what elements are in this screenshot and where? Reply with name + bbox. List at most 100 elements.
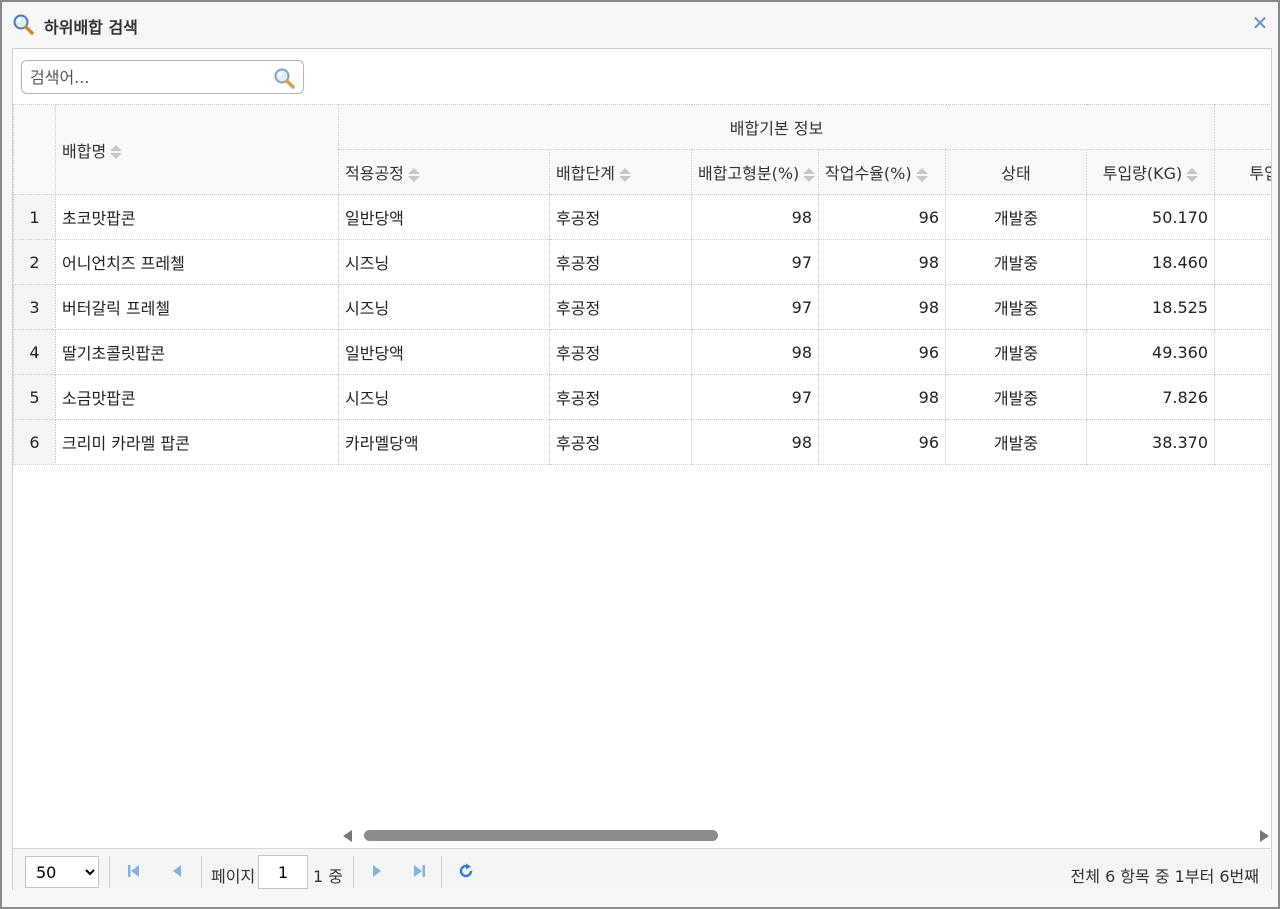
- table-row[interactable]: 2 어니언치즈 프레첼 시즈닝 후공정 97 98 개발중 18.460: [13, 239, 1271, 285]
- cell-input2[interactable]: [1214, 374, 1271, 420]
- cell-input[interactable]: 50.170: [1086, 194, 1215, 240]
- search-icon[interactable]: [273, 67, 295, 89]
- sort-icon[interactable]: [915, 167, 928, 183]
- rownum-header: [13, 104, 56, 195]
- cell-name[interactable]: 크리미 카라멜 팝콘: [55, 419, 339, 465]
- close-button[interactable]: ✕: [1250, 13, 1270, 33]
- cell-process[interactable]: 카라멜당액: [338, 419, 550, 465]
- column-header-status: 상태: [945, 149, 1087, 195]
- cell-yield[interactable]: 96: [818, 419, 946, 465]
- cell-input[interactable]: 38.370: [1086, 419, 1215, 465]
- next-page-icon[interactable]: [369, 863, 385, 879]
- scroll-left-arrow-icon[interactable]: [343, 830, 352, 842]
- pager-bar: 50 페이지 1 중: [13, 848, 1271, 890]
- cell-status[interactable]: 개발중: [945, 419, 1087, 465]
- cell-stage[interactable]: 후공정: [549, 329, 692, 375]
- search-input[interactable]: [28, 65, 268, 89]
- table-row[interactable]: 1 초코맛팝콘 일반당액 후공정 98 96 개발중 50.170: [13, 194, 1271, 240]
- cell-stage[interactable]: 후공정: [549, 239, 692, 285]
- cell-input2[interactable]: [1214, 419, 1271, 465]
- cell-status[interactable]: 개발중: [945, 329, 1087, 375]
- table-row[interactable]: 5 소금맛팝콘 시즈닝 후공정 97 98 개발중 7.826: [13, 374, 1271, 420]
- column-header-stage[interactable]: 배합단계: [549, 149, 692, 195]
- cell-process[interactable]: 시즈닝: [338, 239, 550, 285]
- cell-input2[interactable]: [1214, 284, 1271, 330]
- dialog-titlebar: 하위배합 검색 ✕: [2, 2, 1278, 46]
- column-header-process[interactable]: 적용공정: [338, 149, 550, 195]
- cell-name[interactable]: 버터갈릭 프레첼: [55, 284, 339, 330]
- sort-icon[interactable]: [618, 167, 631, 183]
- refresh-icon[interactable]: [458, 863, 474, 879]
- cell-yield[interactable]: 96: [818, 329, 946, 375]
- column-header-solids[interactable]: 배합고형분(%): [691, 149, 819, 195]
- cell-solids[interactable]: 97: [691, 284, 819, 330]
- column-header-label: 상태: [1001, 164, 1031, 183]
- cell-yield[interactable]: 96: [818, 194, 946, 240]
- cell-solids[interactable]: 98: [691, 419, 819, 465]
- cell-solids[interactable]: 98: [691, 329, 819, 375]
- cell-solids[interactable]: 97: [691, 239, 819, 285]
- cell-input[interactable]: 7.826: [1086, 374, 1215, 420]
- column-header-yield[interactable]: 작업수율(%): [818, 149, 946, 195]
- cell-name[interactable]: 어니언치즈 프레첼: [55, 239, 339, 285]
- column-header-name[interactable]: 배합명: [55, 104, 339, 195]
- row-number: 1: [13, 194, 56, 240]
- sort-icon[interactable]: [803, 167, 816, 183]
- sort-icon[interactable]: [407, 167, 420, 183]
- row-number: 3: [13, 284, 56, 330]
- table-row[interactable]: 6 크리미 카라멜 팝콘 카라멜당액 후공정 98 96 개발중 38.370: [13, 419, 1271, 465]
- cell-name[interactable]: 딸기초콜릿팝콘: [55, 329, 339, 375]
- cell-stage[interactable]: 후공정: [549, 194, 692, 240]
- cell-name[interactable]: 초코맛팝콘: [55, 194, 339, 240]
- cell-process[interactable]: 시즈닝: [338, 374, 550, 420]
- cell-process[interactable]: 일반당액: [338, 329, 550, 375]
- grid-table: 배합명 배합기본 정보 적용공정 배합단계 배합고형분(%) 작업수율(%) 상…: [13, 104, 1271, 465]
- data-grid: 배합명 배합기본 정보 적용공정 배합단계 배합고형분(%) 작업수율(%) 상…: [13, 104, 1271, 824]
- search-toolbar: [13, 49, 1271, 104]
- page-number-input[interactable]: [258, 855, 308, 889]
- cell-input[interactable]: 18.460: [1086, 239, 1215, 285]
- sort-icon[interactable]: [1186, 167, 1199, 183]
- cell-input2[interactable]: [1214, 239, 1271, 285]
- cell-input[interactable]: 49.360: [1086, 329, 1215, 375]
- cell-stage[interactable]: 후공정: [549, 419, 692, 465]
- column-header-label: 배합명: [62, 141, 107, 161]
- cell-yield[interactable]: 98: [818, 239, 946, 285]
- search-box[interactable]: [21, 60, 304, 94]
- row-number: 5: [13, 374, 56, 420]
- cell-stage[interactable]: 후공정: [549, 374, 692, 420]
- close-icon[interactable]: ✕: [1252, 11, 1269, 35]
- cell-solids[interactable]: 97: [691, 374, 819, 420]
- group-header-next: [1214, 104, 1271, 150]
- cell-solids[interactable]: 98: [691, 194, 819, 240]
- cell-status[interactable]: 개발중: [945, 374, 1087, 420]
- cell-input2[interactable]: [1214, 329, 1271, 375]
- column-header-input[interactable]: 투입량(KG): [1086, 149, 1215, 195]
- pager-divider: [441, 856, 442, 888]
- row-number: 2: [13, 239, 56, 285]
- dialog-window: 하위배합 검색 ✕ 검색어... 배합명 배합기본 정보 적용공정 배합단계 배…: [0, 0, 1280, 909]
- cell-status[interactable]: 개발중: [945, 194, 1087, 240]
- cell-process[interactable]: 일반당액: [338, 194, 550, 240]
- sort-icon[interactable]: [110, 144, 123, 160]
- cell-process[interactable]: 시즈닝: [338, 284, 550, 330]
- cell-status[interactable]: 개발중: [945, 239, 1087, 285]
- page-size-select[interactable]: 50: [25, 856, 99, 888]
- cell-input2[interactable]: [1214, 194, 1271, 240]
- scroll-right-arrow-icon[interactable]: [1260, 830, 1269, 842]
- cell-status[interactable]: 개발중: [945, 284, 1087, 330]
- table-row[interactable]: 4 딸기초콜릿팝콘 일반당액 후공정 98 96 개발중 49.360: [13, 329, 1271, 375]
- scroll-thumb[interactable]: [364, 830, 718, 841]
- table-row[interactable]: 3 버터갈릭 프레첼 시즈닝 후공정 97 98 개발중 18.525: [13, 284, 1271, 330]
- cell-yield[interactable]: 98: [818, 284, 946, 330]
- prev-page-icon[interactable]: [169, 863, 185, 879]
- column-header-input2[interactable]: 투입: [1214, 149, 1271, 195]
- first-page-icon[interactable]: [126, 863, 142, 879]
- cell-input[interactable]: 18.525: [1086, 284, 1215, 330]
- last-page-icon[interactable]: [411, 863, 427, 879]
- cell-name[interactable]: 소금맛팝콘: [55, 374, 339, 420]
- horizontal-scrollbar[interactable]: [13, 825, 1271, 847]
- column-header-label: 작업수율(%): [825, 164, 912, 183]
- cell-yield[interactable]: 98: [818, 374, 946, 420]
- cell-stage[interactable]: 후공정: [549, 284, 692, 330]
